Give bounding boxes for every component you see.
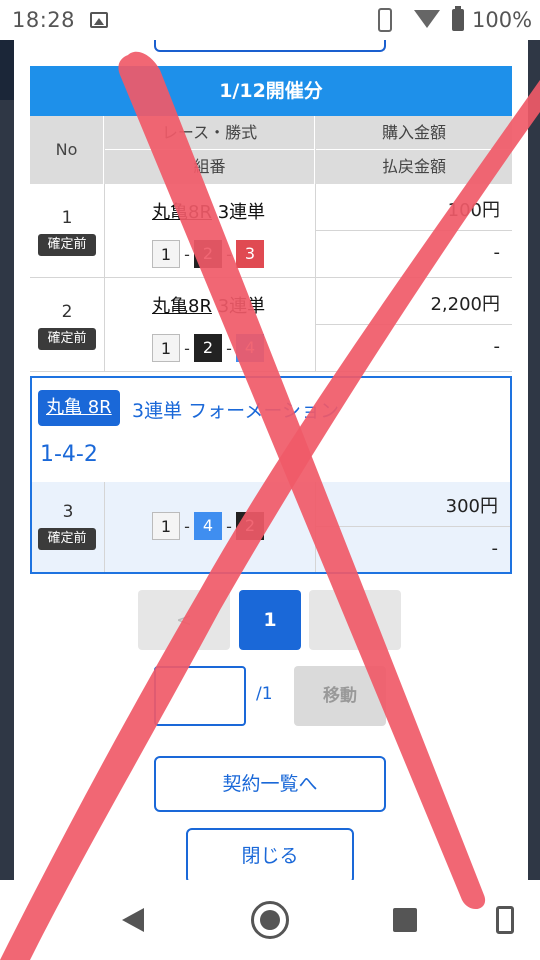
- page-number-input[interactable]: [154, 666, 246, 726]
- wifi-icon: [414, 10, 440, 28]
- page-total: /1: [256, 684, 273, 704]
- formation-bet-type: 3連単 フォーメーション: [132, 400, 339, 422]
- boat-number: 2: [236, 512, 264, 540]
- rotate-icon[interactable]: [496, 906, 514, 934]
- formation-venue[interactable]: 丸亀 8R: [46, 397, 112, 418]
- combo: 1-2-4: [152, 334, 264, 364]
- row-number: 2: [61, 302, 73, 322]
- back-icon[interactable]: [122, 908, 144, 932]
- status-badge: 確定前: [38, 234, 96, 256]
- boat-number: 4: [194, 512, 222, 540]
- race-name: 丸亀8R 3連単: [152, 198, 265, 224]
- boat-number: 2: [194, 240, 222, 268]
- purchase-amount: 2,200円: [430, 294, 500, 315]
- recents-icon[interactable]: [393, 908, 417, 932]
- header-no: No: [30, 116, 104, 184]
- table-row: 1 確定前 丸亀8R 3連単 1-2-3 100円 -: [30, 184, 512, 278]
- top-button-partial[interactable]: [154, 40, 386, 52]
- home-icon[interactable]: [251, 901, 289, 939]
- formation-combo-text: 1-4-2: [40, 442, 98, 467]
- header-race: レース・勝式: [105, 116, 315, 150]
- formation-header: 丸亀 8R 3連単 フォーメーション 1-4-2: [32, 378, 510, 482]
- status-badge: 確定前: [38, 528, 96, 550]
- boat-number: 1: [152, 512, 180, 540]
- modal-title: 1/12開催分: [30, 66, 512, 116]
- image-icon: [90, 12, 108, 28]
- contract-list-button[interactable]: 契約一覧へ: [154, 756, 386, 812]
- purchase-amount: 300円: [445, 496, 498, 517]
- bet-type: 3連単: [217, 202, 266, 223]
- battery-percent: 100%: [472, 8, 533, 32]
- boat-number: 4: [236, 334, 264, 362]
- background-page-left: [0, 40, 14, 880]
- purchase-amount: 100円: [447, 200, 500, 221]
- combo: 1-2-3: [152, 240, 264, 270]
- formation-entry: 丸亀 8R 3連単 フォーメーション 1-4-2 3 確定前 1-4-2 300…: [30, 376, 512, 574]
- formation-venue-tag[interactable]: 丸亀 8R: [38, 390, 120, 426]
- venue-link[interactable]: 丸亀8R: [152, 202, 212, 223]
- formation-row: 3 確定前 1-4-2 300円 -: [32, 482, 510, 572]
- status-time: 18:28: [12, 8, 76, 32]
- table-header: No レース・勝式 組番 購入金額 払戻金額: [30, 116, 512, 184]
- move-button[interactable]: 移動: [294, 666, 386, 726]
- close-button[interactable]: 閉じる: [186, 828, 354, 880]
- table-row: 2 確定前 丸亀8R 3連単 1-2-4 2,200円 -: [30, 278, 512, 372]
- payout-amount: -: [493, 242, 501, 263]
- combo: 1-4-2: [152, 512, 264, 542]
- boat-number: 2: [194, 334, 222, 362]
- boat-number: 1: [152, 240, 180, 268]
- background-nav: [0, 40, 14, 100]
- header-amount: 購入金額: [316, 116, 512, 150]
- battery-icon: [452, 6, 464, 31]
- boat-number: 3: [236, 240, 264, 268]
- boat-number: 1: [152, 334, 180, 362]
- bet-type: 3連単: [217, 296, 266, 317]
- background-page-right: [528, 40, 540, 880]
- status-badge: 確定前: [38, 328, 96, 350]
- row-number: 3: [62, 502, 74, 522]
- status-bar: 18:28 100%: [0, 0, 540, 40]
- phone-vibrate-icon: [378, 8, 392, 32]
- prev-page-button[interactable]: <: [138, 590, 230, 650]
- header-payout: 払戻金額: [381, 157, 446, 176]
- row-number: 1: [61, 208, 73, 228]
- bet-history-modal: 1/12開催分 No レース・勝式 組番 購入金額 払戻金額 1 確定前 丸亀8…: [14, 40, 528, 880]
- header-combo: 組番: [105, 150, 315, 184]
- race-name: 丸亀8R 3連単: [152, 292, 265, 318]
- next-page-button[interactable]: [309, 590, 401, 650]
- payout-amount: -: [491, 538, 499, 559]
- payout-amount: -: [493, 336, 501, 357]
- venue-link[interactable]: 丸亀8R: [152, 296, 212, 317]
- current-page-button[interactable]: 1: [239, 590, 301, 650]
